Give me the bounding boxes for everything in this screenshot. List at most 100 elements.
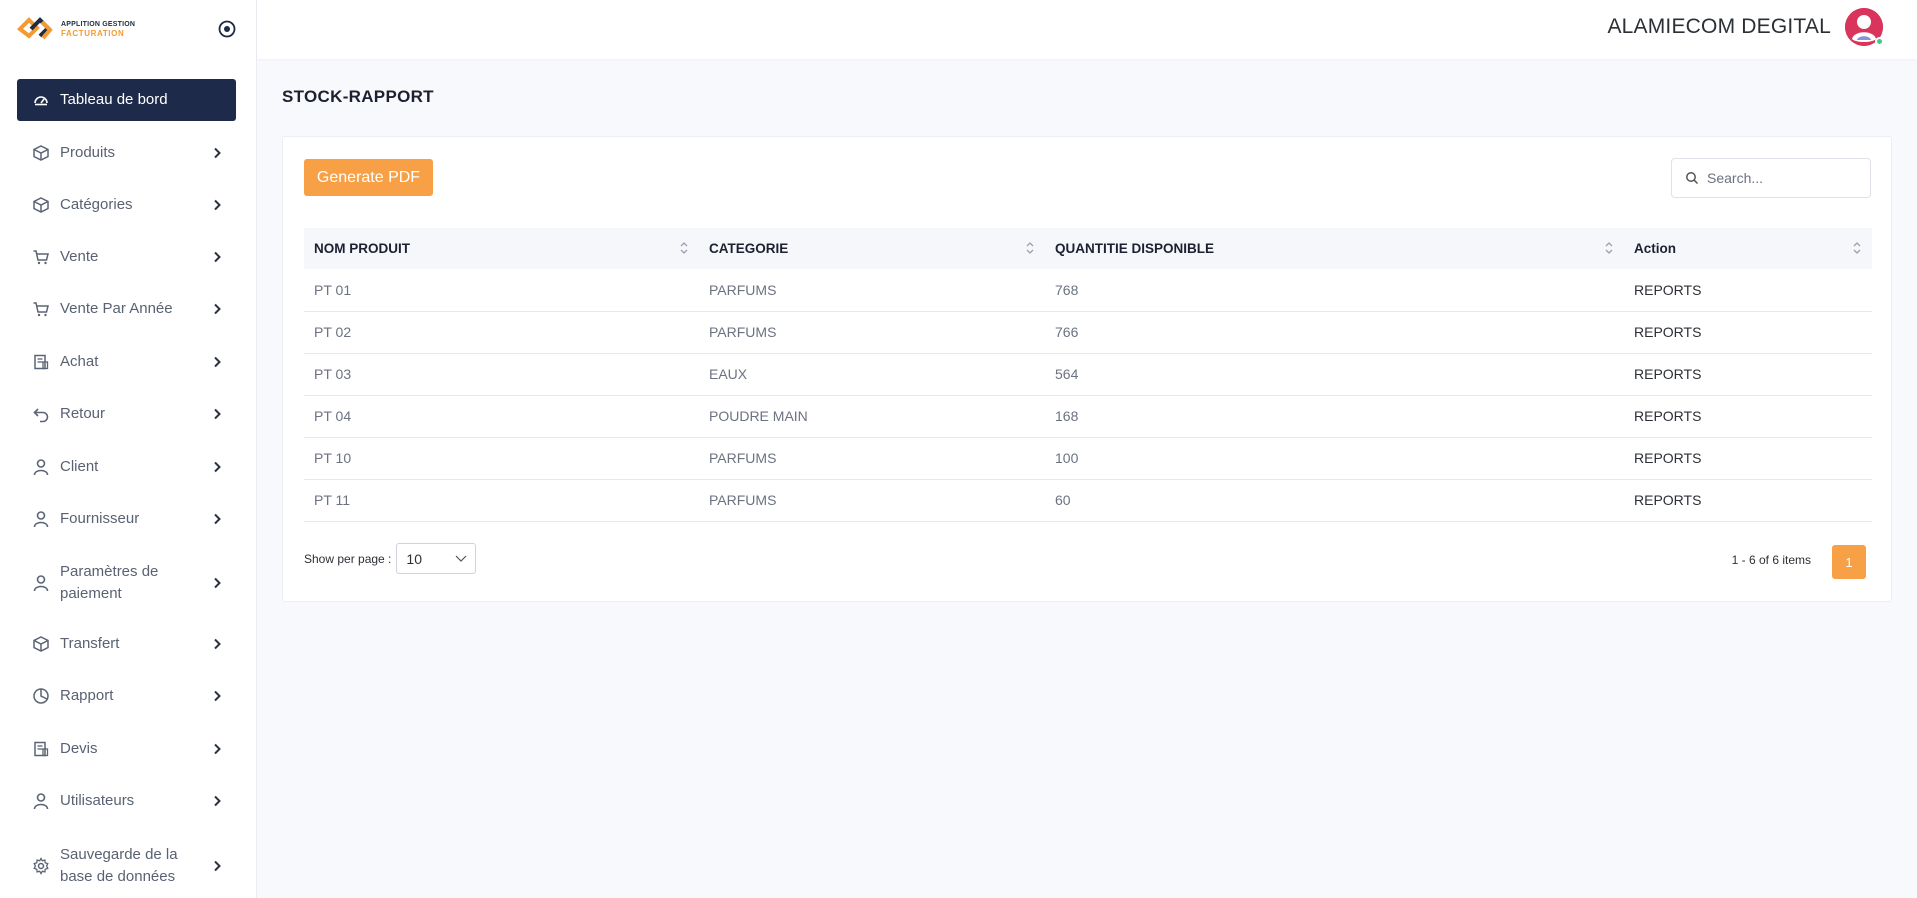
search-input[interactable] [1707, 170, 1857, 186]
logo-icon [17, 17, 53, 40]
sidebar-item-label: Utilisateurs [60, 792, 135, 809]
chevron-right-icon [210, 576, 224, 590]
cell-categorie: PARFUMS [709, 492, 777, 508]
box-icon [32, 196, 50, 214]
cell-quantite: 100 [1055, 450, 1079, 466]
sidebar-item-vente-par-annee[interactable]: Vente Par Année [17, 288, 236, 330]
sidebar-item-label: Catégories [60, 196, 133, 213]
sidebar-item-retour[interactable]: Retour [17, 393, 236, 435]
cell-quantite: 60 [1055, 492, 1071, 508]
cell-nom-produit: PT 03 [314, 366, 352, 382]
per-page-select[interactable]: 10 [396, 543, 477, 574]
cell-nom-produit: PT 04 [314, 408, 352, 424]
generate-pdf-button[interactable]: Generate PDF [304, 159, 433, 196]
column-header-label: Action [1634, 241, 1676, 256]
table-row: PT 01 PARFUMS 768 REPORTS [304, 269, 1872, 311]
sidebar: APPLITION GESTION FACTURATION Tableau de… [0, 0, 257, 898]
sidebar-item-label: Rapport [60, 687, 114, 704]
cell-categorie: PARFUMS [709, 450, 777, 466]
chevron-right-icon [210, 460, 224, 474]
page-button-current[interactable]: 1 [1832, 545, 1866, 579]
receipt-icon [32, 740, 50, 758]
sidebar-item-sauvegarde-de-la-base-de-donnees[interactable]: Sauvegarde de la base de données [17, 843, 236, 889]
logo-row: APPLITION GESTION FACTURATION [0, 0, 256, 60]
sidebar-item-transfert[interactable]: Transfert [17, 623, 236, 665]
chevron-right-icon [210, 302, 224, 316]
cell-nom-produit: PT 01 [314, 281, 352, 298]
sidebar-item-label: Fournisseur [60, 510, 140, 527]
chevron-right-icon [210, 198, 224, 212]
sidebar-item-label: Devis [60, 740, 98, 757]
sidebar-item-devis[interactable]: Devis [17, 728, 236, 770]
sidebar-toggle-icon[interactable] [217, 19, 237, 39]
sidebar-item-label: Vente Par Année [60, 300, 173, 317]
sidebar-item-utilisateurs[interactable]: Utilisateurs [17, 780, 236, 822]
column-header-label: CATEGORIE [709, 241, 789, 256]
table-row: PT 11 PARFUMS 60 REPORTS [304, 479, 1872, 521]
reports-link[interactable]: REPORTS [1624, 269, 1872, 311]
column-header-nom-produit[interactable]: NOM PRODUIT [304, 228, 699, 269]
user-icon [32, 458, 50, 476]
column-header-quantite[interactable]: QUANTITIE DISPONIBLE [1045, 228, 1624, 269]
sidebar-item-vente[interactable]: Vente [17, 236, 236, 278]
cell-categorie: PARFUMS [709, 281, 777, 298]
pie-chart-icon [32, 687, 50, 705]
stock-table: NOM PRODUIT CATEGORIE QUANTITIE DISPONIB… [304, 228, 1872, 522]
sidebar-item-label: Client [60, 458, 99, 475]
gear-icon [32, 857, 50, 875]
sort-icon[interactable] [1604, 240, 1614, 256]
sidebar-item-fournisseur[interactable]: Fournisseur [17, 498, 236, 540]
cell-quantite: 168 [1055, 408, 1079, 424]
user-menu[interactable]: ALAMIECOM DEGITAL [1607, 8, 1884, 46]
chevron-right-icon [210, 407, 224, 421]
column-header-label: QUANTITIE DISPONIBLE [1055, 241, 1215, 256]
sidebar-item-label: Vente [60, 248, 99, 265]
dashboard-icon [32, 91, 50, 109]
table-row: PT 04 POUDRE MAIN 168 REPORTS [304, 395, 1872, 437]
undo-icon [32, 405, 50, 423]
chevron-right-icon [210, 146, 224, 160]
avatar[interactable] [1845, 8, 1884, 46]
reports-link[interactable]: REPORTS [1624, 395, 1872, 437]
sort-icon[interactable] [679, 240, 689, 256]
chevron-right-icon [210, 250, 224, 264]
chevron-right-icon [210, 512, 224, 526]
per-page-value: 10 [406, 550, 422, 567]
sort-icon[interactable] [1025, 240, 1035, 256]
sidebar-item-categories[interactable]: Catégories [17, 184, 236, 226]
column-header-categorie[interactable]: CATEGORIE [699, 228, 1045, 269]
reports-link[interactable]: REPORTS [1624, 437, 1872, 479]
sidebar-item-client[interactable]: Client [17, 446, 236, 488]
per-page-control: Show per page : 10 [304, 543, 477, 574]
user-icon [32, 510, 50, 528]
cell-nom-produit: PT 10 [314, 450, 352, 466]
sort-icon[interactable] [1852, 240, 1862, 256]
sidebar-item-parametres-de-paiement[interactable]: Paramètres de paiement [17, 560, 236, 606]
table-row: PT 03 EAUX 564 REPORTS [304, 353, 1872, 395]
sidebar-item-label: Sauvegarde de la base de données [60, 846, 178, 885]
sidebar-item-achat[interactable]: Achat [17, 341, 236, 383]
app-logo[interactable]: APPLITION GESTION FACTURATION [17, 12, 157, 46]
cell-categorie: PARFUMS [709, 324, 777, 340]
reports-link[interactable]: REPORTS [1624, 353, 1872, 395]
sidebar-item-produits[interactable]: Produits [17, 132, 236, 174]
sidebar-item-label: Transfert [60, 635, 120, 652]
table-header-row: NOM PRODUIT CATEGORIE QUANTITIE DISPONIB… [304, 228, 1872, 269]
receipt-icon [32, 353, 50, 371]
search-icon [1686, 172, 1699, 185]
per-page-label: Show per page : [304, 551, 392, 566]
search-box[interactable] [1671, 158, 1871, 198]
sidebar-item-rapport[interactable]: Rapport [17, 675, 236, 717]
column-header-action[interactable]: Action [1624, 228, 1872, 269]
reports-link[interactable]: REPORTS [1624, 311, 1872, 353]
cell-nom-produit: PT 02 [314, 324, 352, 340]
page-title: STOCK-RAPPORT [282, 87, 434, 106]
sidebar-item-tableau-de-bord[interactable]: Tableau de bord [17, 79, 236, 121]
reports-link[interactable]: REPORTS [1624, 479, 1872, 521]
top-header: ALAMIECOM DEGITAL [257, 0, 1917, 59]
sidebar-item-label: Paramètres de paiement [60, 563, 159, 602]
column-header-label: NOM PRODUIT [314, 241, 410, 256]
stock-report-card: Generate PDF NOM PRODUIT CATEGORIE QUANT… [282, 136, 1892, 602]
pagination-info: 1 - 6 of 6 items [1731, 553, 1811, 567]
table-body: PT 01 PARFUMS 768 REPORTS PT 02 PARFUMS 766 REP… [304, 269, 1872, 521]
